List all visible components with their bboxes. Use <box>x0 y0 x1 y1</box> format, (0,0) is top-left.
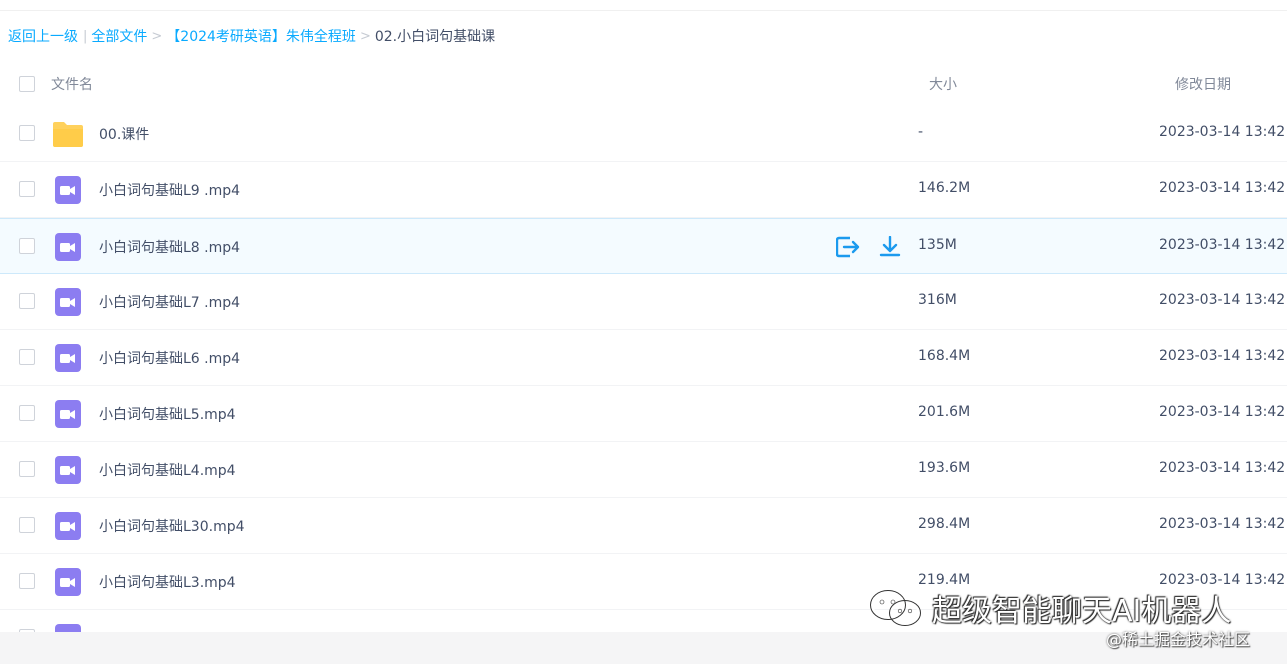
file-row[interactable]: 小白词句基础L4.mp4 193.6M 2023-03-14 13:42 <box>0 442 1287 498</box>
file-row[interactable]: 小白词句基础L7 .mp4 316M 2023-03-14 13:42 <box>0 274 1287 330</box>
row-checkbox[interactable] <box>19 293 35 309</box>
column-header-date[interactable]: 修改日期 <box>1175 74 1231 94</box>
video-file-icon[interactable] <box>52 512 84 540</box>
video-file-icon[interactable] <box>52 400 84 428</box>
breadcrumb-folder[interactable]: 【2024考研英语】朱伟全程班 <box>166 26 356 46</box>
file-date: 2023-03-14 13:42 <box>1159 516 1286 532</box>
row-checkbox[interactable] <box>19 238 35 254</box>
footer-bar <box>0 632 1287 664</box>
file-date: 2023-03-14 13:42 <box>1159 180 1286 196</box>
file-size: 316M <box>918 292 957 308</box>
watermark: 超级智能聊天AI机器人 <box>868 588 1232 629</box>
video-file-icon[interactable] <box>52 344 84 372</box>
breadcrumb-divider: | <box>83 28 88 44</box>
file-row[interactable]: 小白词句基础L9 .mp4 146.2M 2023-03-14 13:42 <box>0 162 1287 218</box>
file-size: 298.4M <box>918 516 971 532</box>
file-size: - <box>918 124 924 140</box>
video-file-icon[interactable] <box>52 176 84 204</box>
row-checkbox[interactable] <box>19 517 35 533</box>
file-date: 2023-03-14 13:42 <box>1159 404 1286 420</box>
breadcrumb: 返回上一级 | 全部文件 > 【2024考研英语】朱伟全程班 > 02.小白词句… <box>8 25 495 47</box>
video-file-icon[interactable] <box>52 233 84 261</box>
watermark-sub-text: @稀土掘金技术社区 <box>1106 630 1251 649</box>
row-checkbox[interactable] <box>19 405 35 421</box>
column-header-size[interactable]: 大小 <box>929 74 957 94</box>
file-name[interactable]: 小白词句基础L7 .mp4 <box>99 292 240 312</box>
row-checkbox[interactable] <box>19 461 35 477</box>
row-checkbox[interactable] <box>19 181 35 197</box>
row-actions <box>835 235 903 259</box>
file-name[interactable]: 小白词句基础L9 .mp4 <box>99 180 240 200</box>
row-checkbox[interactable] <box>19 573 35 589</box>
back-link[interactable]: 返回上一级 <box>8 26 78 46</box>
wechat-icon <box>870 590 921 626</box>
breadcrumb-all-files[interactable]: 全部文件 <box>91 26 147 46</box>
file-date: 2023-03-14 13:42 <box>1159 124 1286 140</box>
file-name[interactable]: 小白词句基础L30.mp4 <box>99 516 245 536</box>
file-date: 2023-03-14 13:42 <box>1159 237 1286 253</box>
download-icon[interactable] <box>877 235 903 259</box>
share-icon[interactable] <box>835 235 861 259</box>
file-name[interactable]: 小白词句基础L8 .mp4 <box>99 237 240 257</box>
watermark-text: 超级智能聊天AI机器人 <box>932 594 1232 629</box>
file-name[interactable]: 小白词句基础L6 .mp4 <box>99 348 240 368</box>
file-row[interactable]: 小白词句基础L5.mp4 201.6M 2023-03-14 13:42 <box>0 386 1287 442</box>
file-list-header: 文件名 大小 修改日期 <box>0 62 1287 106</box>
video-file-icon[interactable] <box>52 568 84 596</box>
column-header-name[interactable]: 文件名 <box>51 74 93 94</box>
file-size: 146.2M <box>918 180 971 196</box>
video-file-icon[interactable] <box>52 624 84 632</box>
row-checkbox[interactable] <box>19 125 35 141</box>
file-list: 00.课件 - 2023-03-14 13:42 小白词句基础L9 .mp4 146.2… <box>0 106 1287 632</box>
file-date: 2023-03-14 13:42 <box>1159 460 1286 476</box>
video-file-icon[interactable] <box>52 288 84 316</box>
file-date: 2023-03-14 13:42 <box>1159 292 1286 308</box>
file-size: 168.4M <box>918 348 971 364</box>
chevron-right-icon: > <box>359 28 371 44</box>
file-date: 2023-03-14 13:42 <box>1159 348 1286 364</box>
file-name[interactable]: 小白词句基础L4.mp4 <box>99 460 236 480</box>
file-row[interactable]: 小白词句基础L8 .mp4 135M 2023-03-14 13:42 <box>0 218 1287 274</box>
file-size: 201.6M <box>918 404 971 420</box>
file-row[interactable]: 小白词句基础L30.mp4 298.4M 2023-03-14 13:42 <box>0 498 1287 554</box>
file-name[interactable]: 00.课件 <box>99 124 149 144</box>
folder-icon[interactable] <box>52 120 84 148</box>
top-bar <box>0 0 1287 11</box>
file-size: 135M <box>918 237 957 253</box>
breadcrumb-current: 02.小白词句基础课 <box>374 29 496 45</box>
chevron-right-icon: > <box>151 28 163 44</box>
select-all-checkbox[interactable] <box>19 76 35 92</box>
file-name[interactable]: 小白词句基础L3.mp4 <box>99 572 236 592</box>
file-row[interactable]: 小白词句基础L6 .mp4 168.4M 2023-03-14 13:42 <box>0 330 1287 386</box>
row-checkbox[interactable] <box>19 349 35 365</box>
file-size: 193.6M <box>918 460 971 476</box>
file-row[interactable]: 00.课件 - 2023-03-14 13:42 <box>0 106 1287 162</box>
video-file-icon[interactable] <box>52 456 84 484</box>
file-name[interactable]: 小白词句基础L5.mp4 <box>99 404 236 424</box>
